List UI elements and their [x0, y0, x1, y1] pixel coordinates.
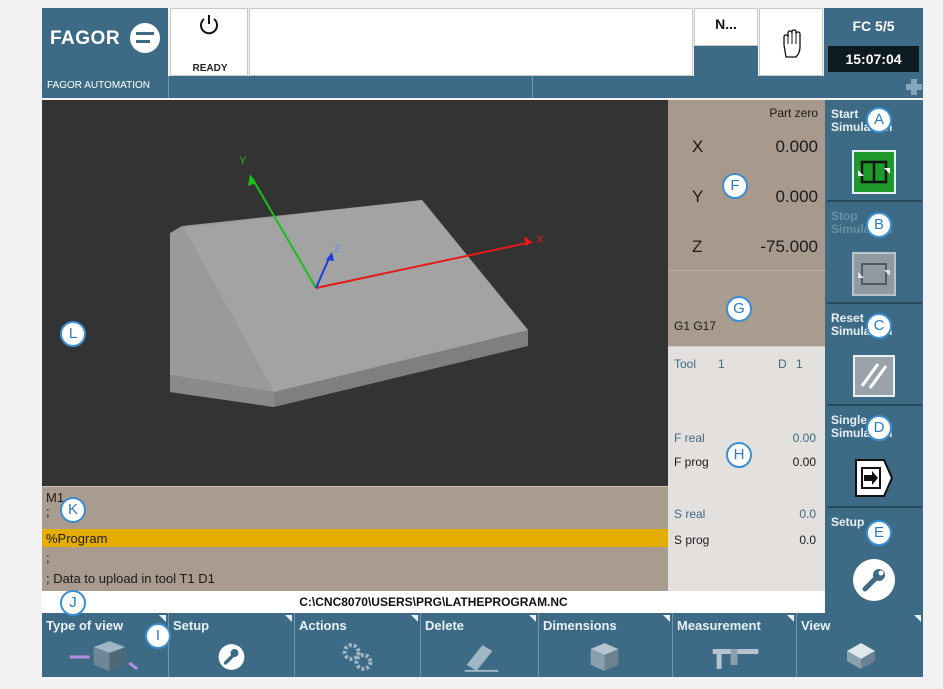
s-real-value: 0.0 — [799, 507, 816, 521]
channel-panel: FC 5/5 15:07:04 — [824, 8, 923, 76]
softkey-label: Measurement — [677, 618, 761, 633]
clock: 15:07:04 — [828, 46, 919, 72]
f-real-label: F real — [674, 431, 705, 445]
file-path-bar: C:\CNC8070\USERS\PRG\LATHEPROGRAM.NC — [42, 591, 825, 613]
wrench-icon — [853, 559, 895, 601]
program-listing[interactable]: M1 ; %Program ; ; Data to upload in tool… — [42, 486, 668, 591]
single-block-icon — [855, 459, 894, 497]
cube-icon — [590, 643, 619, 671]
callout-h: H — [726, 442, 752, 468]
callout-j: J — [60, 590, 86, 616]
company-name: FAGOR AUTOMATION — [47, 80, 150, 91]
axis-value-x: 0.000 — [775, 137, 818, 156]
axis-name-z: Z — [692, 237, 703, 256]
dimensions-button[interactable]: Dimensions — [539, 613, 673, 677]
actions-button[interactable]: Actions — [295, 613, 421, 677]
start-simulation-icon — [852, 150, 896, 194]
callout-g: G — [726, 296, 752, 322]
submenu-indicator-icon — [663, 615, 670, 622]
callout-i: I — [145, 623, 171, 649]
program-line[interactable]: ; — [46, 550, 666, 565]
program-line[interactable]: ; Data to upload in tool T1 D1 — [46, 571, 666, 586]
logo-text: FAGOR — [50, 28, 121, 49]
submenu-indicator-icon — [529, 615, 536, 622]
f-real-value: 0.00 — [792, 431, 816, 445]
axis-name-y: Y — [692, 187, 704, 206]
y-axis-label: Y — [239, 155, 247, 167]
d-label: D — [778, 357, 787, 371]
status-indicator: READY — [170, 8, 248, 76]
x-axis-label: X — [536, 234, 544, 246]
horizontal-softkey-bar: Type of view Setup Actions Delete Dimens… — [42, 613, 923, 677]
axis-value-z: -75.000 — [760, 237, 818, 256]
axis-name-x: X — [692, 137, 704, 156]
s-prog-label: S prog — [674, 533, 710, 547]
s-prog-value: 0.0 — [799, 533, 816, 547]
tool-feed-panel: Tool 1 D 1 F real 0.00 F prog 0.00 S rea… — [668, 346, 825, 591]
tool-value: 1 — [718, 357, 725, 371]
program-line[interactable]: M1 — [46, 490, 666, 505]
graphics-view[interactable]: X Y Z — [42, 100, 668, 486]
wrench-icon — [218, 644, 245, 670]
program-line-current[interactable]: %Program — [46, 531, 666, 546]
eraser-icon — [464, 645, 499, 672]
hand-icon — [783, 29, 801, 58]
f-prog-value: 0.00 — [792, 455, 816, 469]
submenu-indicator-icon — [411, 615, 418, 622]
simulation-canvas[interactable]: X Y Z — [42, 100, 668, 486]
f-prog-label: F prog — [674, 455, 709, 469]
callout-d: D — [866, 415, 892, 441]
file-path: C:\CNC8070\USERS\PRG\LATHEPROGRAM.NC — [299, 595, 568, 609]
callout-a: A — [866, 107, 892, 133]
reset-simulation-icon — [853, 355, 895, 397]
cnc-screen: FAGOR READY N... FC 5/5 15:07:04 FAGOR A… — [0, 0, 943, 689]
view-button[interactable]: View — [797, 613, 923, 677]
gears-icon — [342, 643, 373, 671]
channel-label: FC 5/5 — [852, 18, 895, 34]
divider — [532, 76, 533, 98]
softkey-label: Setup — [173, 618, 210, 633]
g-functions: G1 G17 — [674, 319, 717, 333]
divider — [168, 76, 169, 98]
callout-e: E — [866, 520, 892, 546]
mode-indicator: N... — [694, 8, 758, 76]
softkey-label: View — [801, 618, 831, 633]
stop-simulation-icon — [852, 252, 896, 296]
submenu-indicator-icon — [787, 615, 794, 622]
submenu-indicator-icon — [159, 615, 166, 622]
d-value: 1 — [796, 357, 803, 371]
mode-text: N... — [694, 8, 758, 46]
status-text: READY — [192, 63, 228, 74]
setup-softkey-button[interactable]: Setup — [169, 613, 295, 677]
softkey-label: Delete — [425, 618, 465, 633]
plus-icon[interactable] — [906, 79, 922, 95]
softkey-label: Dimensions — [543, 618, 617, 633]
plane-view-icon — [847, 643, 875, 669]
tool-label: Tool — [674, 357, 697, 371]
softkey-label: Actions — [299, 618, 347, 633]
delete-button[interactable]: Delete — [421, 613, 539, 677]
power-icon — [200, 15, 218, 35]
sub-header-bar: FAGOR AUTOMATION — [42, 76, 923, 98]
z-axis-label: Z — [334, 243, 341, 255]
manual-mode-indicator — [759, 8, 823, 76]
x-axis-arrow — [524, 236, 532, 246]
fagor-logo-icon — [130, 23, 160, 53]
submenu-indicator-icon — [285, 615, 292, 622]
softkey-label: Type of view — [46, 618, 124, 633]
coordinate-reference: Part zero — [769, 106, 818, 120]
callout-l: L — [60, 321, 86, 347]
message-area — [249, 8, 693, 76]
callout-f: F — [722, 173, 748, 199]
submenu-indicator-icon — [914, 615, 921, 622]
callout-b: B — [866, 212, 892, 238]
callout-k: K — [60, 497, 86, 523]
fagor-logo: FAGOR — [42, 8, 168, 76]
s-real-label: S real — [674, 507, 706, 521]
callout-c: C — [866, 313, 892, 339]
caliper-icon — [712, 649, 759, 669]
program-line[interactable]: ; — [46, 504, 666, 519]
measurement-button[interactable]: Measurement — [673, 613, 797, 677]
